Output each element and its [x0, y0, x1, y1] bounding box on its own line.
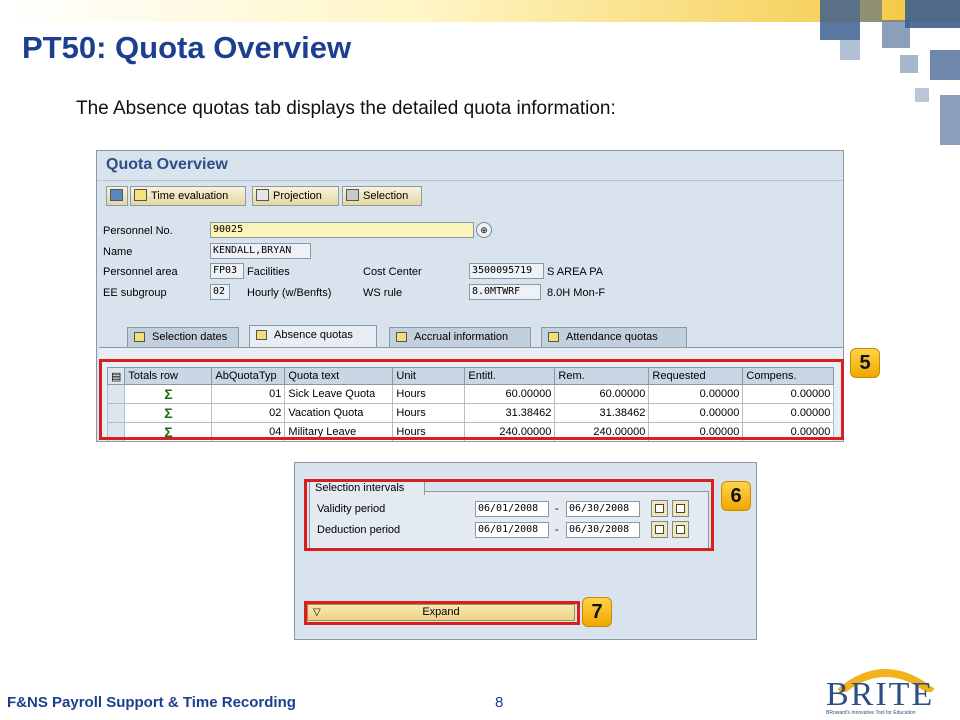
- personnel-no-label: Personnel No.: [103, 225, 173, 237]
- highlight-box-expand: [304, 601, 580, 625]
- tab-accrual-information[interactable]: Accrual information: [389, 327, 531, 347]
- arrow-icon: [548, 332, 559, 342]
- ws-rule-label: WS rule: [363, 287, 403, 299]
- clock-icon: [134, 189, 147, 201]
- tab-absence-quotas[interactable]: Absence quotas: [249, 325, 377, 347]
- personnel-area-field: FP03: [210, 263, 244, 279]
- personnel-area-text: Facilities: [247, 266, 290, 278]
- personnel-no-field[interactable]: 90025: [210, 222, 474, 238]
- ee-subgroup-field: 02: [210, 284, 230, 300]
- slide-footer: F&NS Payroll Support & Time Recording: [7, 694, 296, 711]
- highlight-box-intervals: [304, 479, 714, 551]
- tab-selection-dates[interactable]: Selection dates: [127, 327, 239, 347]
- ee-subgroup-label: EE subgroup: [103, 287, 167, 299]
- time-evaluation-button[interactable]: Time evaluation: [130, 186, 246, 206]
- callout-marker-6: 6: [721, 481, 751, 511]
- calendar-icon: [134, 332, 145, 342]
- callout-marker-5: 5: [850, 348, 880, 378]
- cost-center-text: S AREA PA: [547, 266, 604, 278]
- logo-tagline: BRoward's Innovative Tool for Education: [826, 710, 916, 716]
- ws-rule-text: 8.0H Mon-F: [547, 287, 606, 299]
- name-field: KENDALL,BRYAN: [210, 243, 311, 259]
- selection-button[interactable]: Selection: [342, 186, 422, 206]
- tab-attendance-quotas[interactable]: Attendance quotas: [541, 327, 687, 347]
- callout-marker-7: 7: [582, 597, 612, 627]
- logo-wordmark: BRITE: [826, 676, 935, 713]
- slide-subtitle: The Absence quotas tab displays the deta…: [76, 98, 616, 119]
- binoculars-icon: [346, 189, 359, 201]
- brite-logo: BRITE BRoward's Innovative Tool for Educ…: [820, 662, 950, 718]
- slide-title: PT50: Quota Overview: [22, 30, 352, 65]
- page-number: 8: [495, 694, 504, 711]
- refresh-icon: [110, 189, 123, 201]
- title-separator: [97, 180, 843, 181]
- search-help-icon[interactable]: ⊕: [476, 222, 492, 238]
- screen-title: Quota Overview: [106, 156, 228, 173]
- projection-button[interactable]: Projection: [252, 186, 339, 206]
- selection-label: Selection: [363, 190, 409, 202]
- calculator-icon: [256, 189, 269, 201]
- projection-label: Projection: [273, 190, 322, 202]
- decorative-squares: [0, 0, 960, 150]
- highlight-box-grid: [99, 359, 844, 440]
- edit-icon: [256, 330, 267, 340]
- refresh-button[interactable]: [106, 186, 128, 206]
- cost-center-field: 3500095719: [469, 263, 544, 279]
- ws-rule-field: 8.0MTWRF: [469, 284, 541, 300]
- arrow-icon: [396, 332, 407, 342]
- ee-subgroup-text: Hourly (w/Benfts): [247, 287, 332, 299]
- time-evaluation-label: Time evaluation: [151, 190, 229, 202]
- cost-center-label: Cost Center: [363, 266, 422, 278]
- name-label: Name: [103, 246, 133, 258]
- personnel-area-label: Personnel area: [103, 266, 178, 278]
